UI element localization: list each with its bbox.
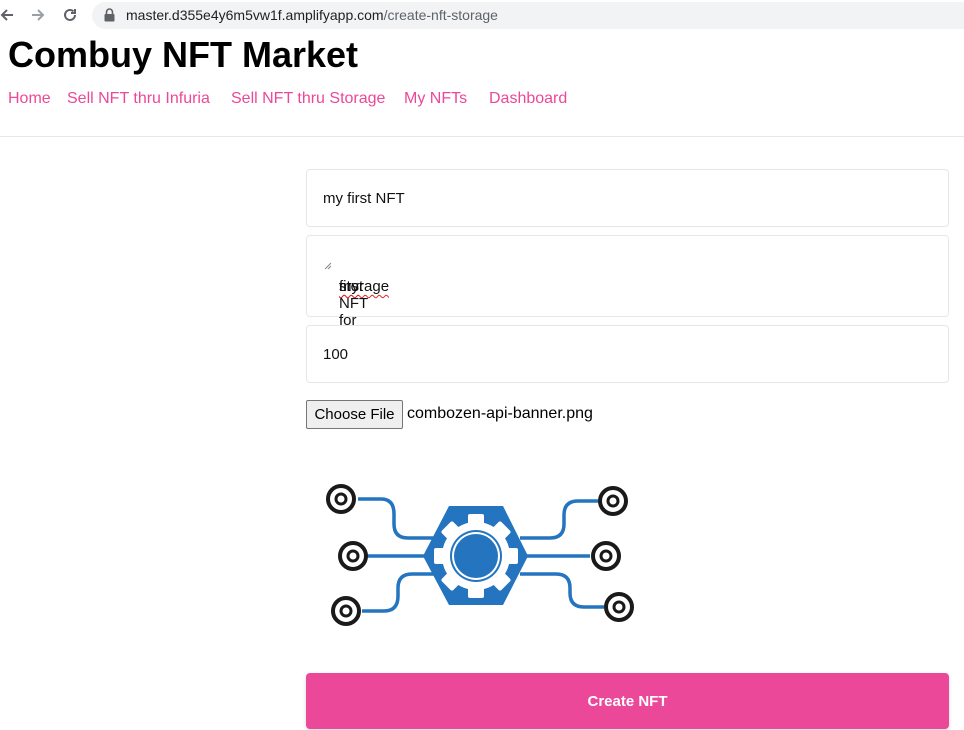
reload-icon[interactable] (59, 4, 81, 26)
create-nft-button[interactable]: Create NFT (306, 673, 949, 729)
api-gear-illustration (326, 484, 634, 626)
nav-sell-infuria[interactable]: Sell NFT thru Infuria (67, 90, 210, 108)
lock-icon (104, 8, 115, 27)
header-divider (0, 136, 964, 137)
nft-image-preview (306, 462, 656, 654)
nav-dashboard[interactable]: Dashboard (489, 90, 567, 108)
address-bar[interactable]: master.d355e4y6m5vw1f.amplifyapp.com/cre… (92, 2, 964, 29)
nav-my-nfts[interactable]: My NFTs (404, 90, 467, 108)
resize-grip-icon[interactable] (323, 257, 946, 314)
url-path: /create-nft-storage (383, 7, 498, 23)
nav-sell-storage[interactable]: Sell NFT thru Storage (231, 90, 385, 108)
nav-home[interactable]: Home (8, 90, 51, 108)
url-host: master.d355e4y6m5vw1f.amplifyapp.com (126, 7, 384, 23)
asset-price-input[interactable]: 100 (306, 325, 949, 383)
asset-name-value: my first NFT (323, 190, 405, 207)
selected-file-name: combozen-api-banner.png (407, 405, 593, 422)
asset-price-value: 100 (323, 346, 349, 363)
asset-description-textarea[interactable]: my first NFT for storage (306, 235, 949, 329)
choose-file-button[interactable]: Choose File (306, 400, 403, 429)
asset-name-input[interactable]: my first NFT (306, 169, 949, 227)
forward-arrow-icon[interactable] (27, 4, 49, 26)
browser-toolbar: master.d355e4y6m5vw1f.amplifyapp.com/cre… (0, 0, 964, 32)
url-text: master.d355e4y6m5vw1f.amplifyapp.com/cre… (126, 7, 498, 23)
back-arrow-icon[interactable] (0, 4, 18, 26)
site-title: Combuy NFT Market (8, 34, 359, 75)
